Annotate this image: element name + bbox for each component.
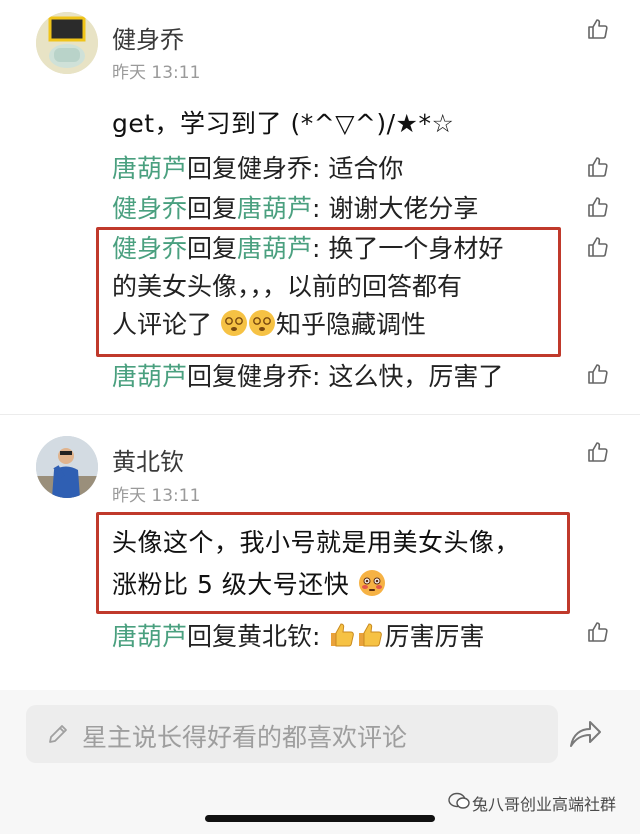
comment-line: 头像这个，我小号就是用美女头像， bbox=[112, 528, 521, 557]
reply-author[interactable]: 唐葫芦 bbox=[112, 362, 187, 391]
thumbs-up-emoji bbox=[356, 621, 384, 660]
dizzy-face-emoji bbox=[220, 309, 248, 348]
reply-target[interactable]: 唐葫芦 bbox=[237, 234, 312, 263]
timestamp: 昨天 13:11 bbox=[112, 486, 201, 506]
comment-line: 涨粉比 5 级大号还快 bbox=[112, 570, 350, 599]
timestamp: 昨天 13:11 bbox=[112, 63, 201, 83]
reply-author[interactable]: 健身乔 bbox=[112, 234, 187, 263]
like-icon[interactable] bbox=[586, 235, 610, 259]
reply-text: : 适合你 bbox=[312, 154, 404, 183]
reply-item: 健身乔回复唐葫芦: 谢谢大佬分享 bbox=[112, 190, 478, 228]
comment-text: 头像这个，我小号就是用美女头像， 涨粉比 5 级大号还快 bbox=[112, 522, 520, 610]
reply-text: 的美女头像，，，以前的回答都有 bbox=[112, 272, 463, 301]
thumbs-up-emoji bbox=[328, 621, 356, 660]
flushed-face-emoji bbox=[358, 568, 386, 610]
avatar[interactable] bbox=[36, 12, 98, 74]
like-icon[interactable] bbox=[586, 155, 610, 179]
reply-target[interactable]: 唐葫芦 bbox=[237, 194, 312, 223]
reply-verb: 回复 bbox=[187, 194, 238, 223]
home-indicator[interactable] bbox=[205, 815, 435, 822]
comment-placeholder: 星主说长得好看的都喜欢评论 bbox=[82, 723, 408, 752]
share-icon[interactable] bbox=[567, 718, 603, 754]
reply-item: 唐葫芦回复健身乔: 适合你 bbox=[112, 150, 403, 188]
pencil-icon bbox=[46, 722, 70, 750]
comment-text: get，学习到了 (*^▽^)/★*☆ bbox=[112, 109, 455, 138]
reply-verb: 回复 bbox=[187, 234, 238, 263]
watermark-text: 兔八哥创业高端社群 bbox=[472, 795, 617, 814]
username[interactable]: 健身乔 bbox=[112, 20, 184, 55]
reply-target[interactable]: 健身乔 bbox=[237, 154, 312, 183]
comment-input[interactable]: 星主说长得好看的都喜欢评论 bbox=[26, 705, 558, 763]
reply-author[interactable]: 健身乔 bbox=[112, 194, 187, 223]
reply-item: 唐葫芦回复健身乔: 这么快，厉害了 bbox=[112, 358, 503, 396]
reply-verb: 回复 bbox=[187, 154, 238, 183]
like-icon[interactable] bbox=[586, 362, 610, 386]
reply-text: : 这么快，厉害了 bbox=[312, 362, 504, 391]
dizzy-face-emoji bbox=[248, 309, 276, 348]
reply-text: 知乎隐藏调性 bbox=[275, 310, 426, 339]
reply-target[interactable]: 黄北钦 bbox=[237, 622, 312, 651]
reply-text: : 谢谢大佬分享 bbox=[312, 194, 479, 223]
username[interactable]: 黄北钦 bbox=[112, 442, 184, 477]
reply-text: 人评论了 bbox=[112, 310, 213, 339]
reply-verb: 回复 bbox=[187, 362, 238, 391]
reply-text: : bbox=[312, 622, 321, 651]
reply-text: : 换了一个身材好 bbox=[312, 234, 504, 263]
reply-item: 唐葫芦回复黄北钦: 厉害厉害 bbox=[112, 618, 484, 660]
divider bbox=[0, 414, 640, 415]
like-icon[interactable] bbox=[586, 17, 610, 41]
like-icon[interactable] bbox=[586, 440, 610, 464]
like-icon[interactable] bbox=[586, 195, 610, 219]
like-icon[interactable] bbox=[586, 620, 610, 644]
reply-item: 健身乔回复唐葫芦: 换了一个身材好 的美女头像，，，以前的回答都有 人评论了 知… bbox=[112, 230, 503, 348]
reply-author[interactable]: 唐葫芦 bbox=[112, 622, 187, 651]
reply-target[interactable]: 健身乔 bbox=[237, 362, 312, 391]
wechat-icon bbox=[448, 792, 470, 814]
reply-verb: 回复 bbox=[187, 622, 238, 651]
reply-author[interactable]: 唐葫芦 bbox=[112, 154, 187, 183]
reply-text: 厉害厉害 bbox=[384, 622, 485, 651]
avatar[interactable] bbox=[36, 436, 98, 498]
